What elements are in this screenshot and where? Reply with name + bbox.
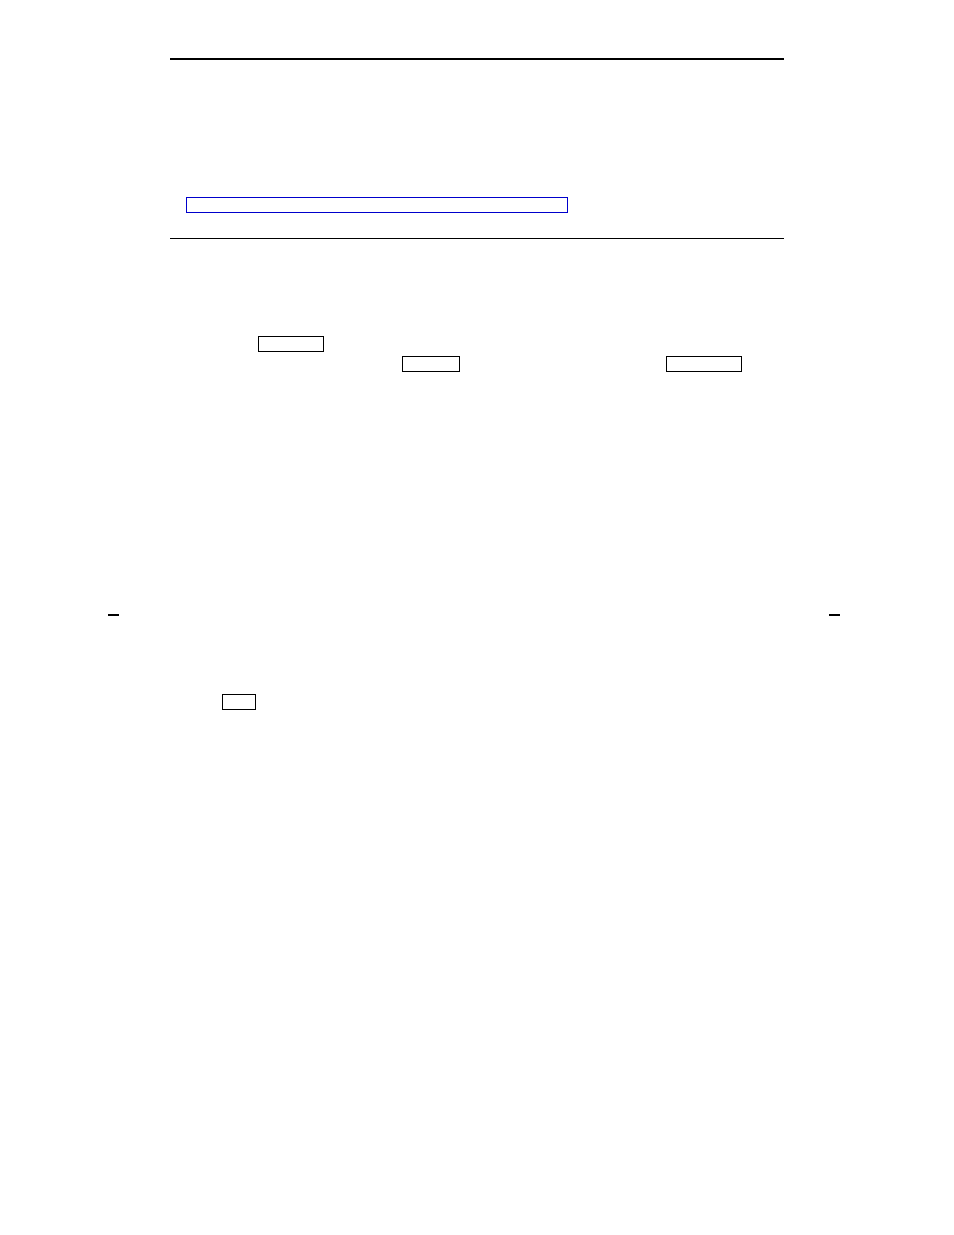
link-reference-box[interactable] bbox=[186, 197, 568, 213]
margin-mark-left bbox=[108, 614, 119, 616]
top-horizontal-rule bbox=[170, 58, 784, 60]
reference-box-3[interactable] bbox=[666, 356, 742, 372]
section-horizontal-rule bbox=[170, 238, 784, 239]
reference-box-1[interactable] bbox=[258, 336, 324, 352]
reference-box-2[interactable] bbox=[402, 356, 460, 372]
reference-box-4[interactable] bbox=[222, 694, 256, 710]
margin-mark-right bbox=[829, 614, 840, 616]
page-content bbox=[170, 0, 784, 60]
